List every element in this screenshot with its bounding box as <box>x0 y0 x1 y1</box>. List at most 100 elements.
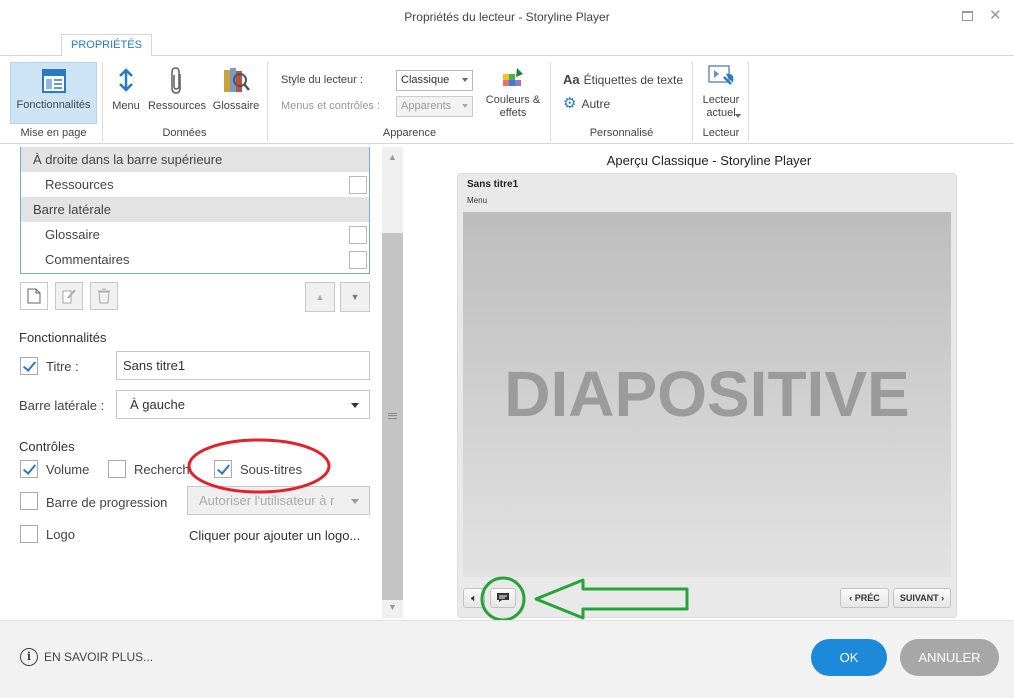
move-down-button[interactable]: ▼ <box>340 282 370 312</box>
player-style-select[interactable]: Classique <box>396 70 473 91</box>
colors-effects-button[interactable]: Couleurs & effets <box>481 62 545 120</box>
menu-tab-label: Menu <box>467 196 488 205</box>
delete-tab-button[interactable] <box>90 282 118 310</box>
colors-effects-label: Couleurs & effets <box>485 94 541 119</box>
list-item[interactable]: Ressources <box>21 172 369 197</box>
scroll-down-icon[interactable]: ▼ <box>382 602 403 612</box>
vertical-scrollbar[interactable]: ▲ ▼ <box>382 147 403 618</box>
annotation-red-ellipse <box>187 438 331 494</box>
menu-icon <box>108 62 144 100</box>
scroll-up-icon[interactable]: ▲ <box>382 152 403 162</box>
list-item-label: Glossaire <box>45 227 100 242</box>
glossary-button-label: Glossaire <box>212 100 260 112</box>
group-label-custom: Personnalisé <box>589 127 654 139</box>
features-icon <box>11 63 96 99</box>
player-style-label: Style du lecteur : <box>281 74 363 86</box>
paperclip-icon <box>147 62 207 100</box>
new-document-icon <box>27 288 41 304</box>
slide-placeholder-text: DIAPOSITIVE <box>504 358 910 430</box>
chevron-down-icon <box>462 78 468 82</box>
group-label-data: Données <box>162 127 207 139</box>
list-item-checkbox[interactable] <box>349 176 367 194</box>
move-up-button[interactable]: ▲ <box>305 282 335 312</box>
preview-heading: Aperçu Classique - Storyline Player <box>606 153 812 168</box>
menus-controls-label: Menus et contrôles : <box>281 100 381 112</box>
title-label: Titre : <box>46 359 79 374</box>
logo-label: Logo <box>46 527 75 542</box>
sidebar-select-value: À gauche <box>130 397 185 412</box>
arrow-up-icon: ▲ <box>315 292 325 302</box>
text-labels-icon: Aa <box>563 72 580 87</box>
sidebar-select[interactable]: À gauche <box>116 390 370 419</box>
ok-button[interactable]: OK <box>811 639 887 676</box>
chevron-down-icon <box>462 104 468 108</box>
menu-button-label: Menu <box>112 100 140 112</box>
list-item-label: Commentaires <box>45 252 130 267</box>
separator <box>550 62 551 142</box>
chevron-down-icon <box>351 499 359 504</box>
ribbon-tab-row <box>0 34 1014 56</box>
grip-icon <box>388 413 397 419</box>
title-checkbox[interactable] <box>20 357 38 375</box>
group-label-player: Lecteur <box>702 127 740 139</box>
player-settings-icon <box>697 60 745 94</box>
group-label-layout: Mise en page <box>20 127 87 139</box>
next-button-label: SUIVANT <box>899 593 939 603</box>
title-input[interactable]: Sans titre1 <box>116 351 370 380</box>
grip-line <box>388 415 397 416</box>
trash-icon <box>98 288 110 304</box>
gear-icon: ⚙ <box>563 95 577 112</box>
maximize-icon[interactable] <box>962 11 973 21</box>
chevron-right-icon: › <box>938 593 945 603</box>
prev-button[interactable]: ‹ PRÉC <box>840 588 889 608</box>
title-bar: Propriétés du lecteur - Storyline Player <box>0 0 1014 34</box>
resources-button[interactable]: Ressources <box>147 62 207 112</box>
text-labels-label: Étiquettes de texte <box>583 72 684 87</box>
text-labels-button[interactable]: Aa Étiquettes de texte <box>563 72 683 87</box>
palette-icon <box>481 62 545 94</box>
close-icon[interactable]: ✕ <box>989 6 1002 26</box>
seekbar-label: Barre de progression <box>46 495 168 510</box>
list-item[interactable]: Commentaires <box>21 247 369 272</box>
features-button[interactable]: Fonctionnalités <box>10 62 97 124</box>
sidebar-label: Barre latérale : <box>19 398 105 413</box>
annotation-green-arrow <box>480 576 689 622</box>
other-label: Autre <box>581 97 611 111</box>
window-title: Propriétés du lecteur - Storyline Player <box>404 10 610 24</box>
separator <box>267 62 268 142</box>
separator <box>748 62 749 142</box>
list-item-label: Ressources <box>45 177 114 192</box>
prev-button-label: PRÉC <box>854 593 880 603</box>
speaker-icon: 🔈︎ <box>471 593 477 603</box>
list-group-label: Barre latérale <box>33 202 112 217</box>
add-logo-link[interactable]: Cliquer pour ajouter un logo... <box>189 528 360 543</box>
logo-checkbox[interactable] <box>20 525 38 543</box>
list-item-checkbox[interactable] <box>349 251 367 269</box>
list-group-header: À droite dans la barre supérieure <box>21 147 369 172</box>
volume-checkbox[interactable] <box>20 460 38 478</box>
info-icon: i <box>20 648 38 666</box>
glossary-icon <box>211 62 261 100</box>
features-heading: Fonctionnalités <box>19 330 107 345</box>
separator <box>102 62 103 142</box>
new-tab-button[interactable] <box>20 282 48 310</box>
seekbar-checkbox[interactable] <box>20 492 38 510</box>
other-button[interactable]: ⚙ Autre <box>563 95 611 112</box>
edit-tab-button[interactable] <box>55 282 83 310</box>
list-item[interactable]: Glossaire <box>21 222 369 247</box>
menus-controls-select[interactable]: Apparents <box>396 96 473 117</box>
learn-more-link[interactable]: i EN SAVOIR PLUS... <box>20 648 153 666</box>
current-player-button[interactable]: Lecteur actuel <box>697 60 745 120</box>
glossary-button[interactable]: Glossaire <box>211 62 261 112</box>
player-tabs-list: À droite dans la barre supérieure Ressou… <box>20 147 370 274</box>
volume-label: Volume <box>46 462 90 477</box>
cancel-button[interactable]: ANNULER <box>900 639 999 676</box>
list-item-checkbox[interactable] <box>349 226 367 244</box>
learn-more-label: EN SAVOIR PLUS... <box>44 650 154 664</box>
arrow-down-icon: ▼ <box>350 292 360 302</box>
tab-properties[interactable]: PROPRIÉTÉS <box>61 34 152 57</box>
menu-button[interactable]: Menu <box>108 62 144 112</box>
next-button[interactable]: SUIVANT › <box>893 588 951 608</box>
search-checkbox[interactable] <box>108 460 126 478</box>
controls-heading: Contrôles <box>19 439 75 454</box>
